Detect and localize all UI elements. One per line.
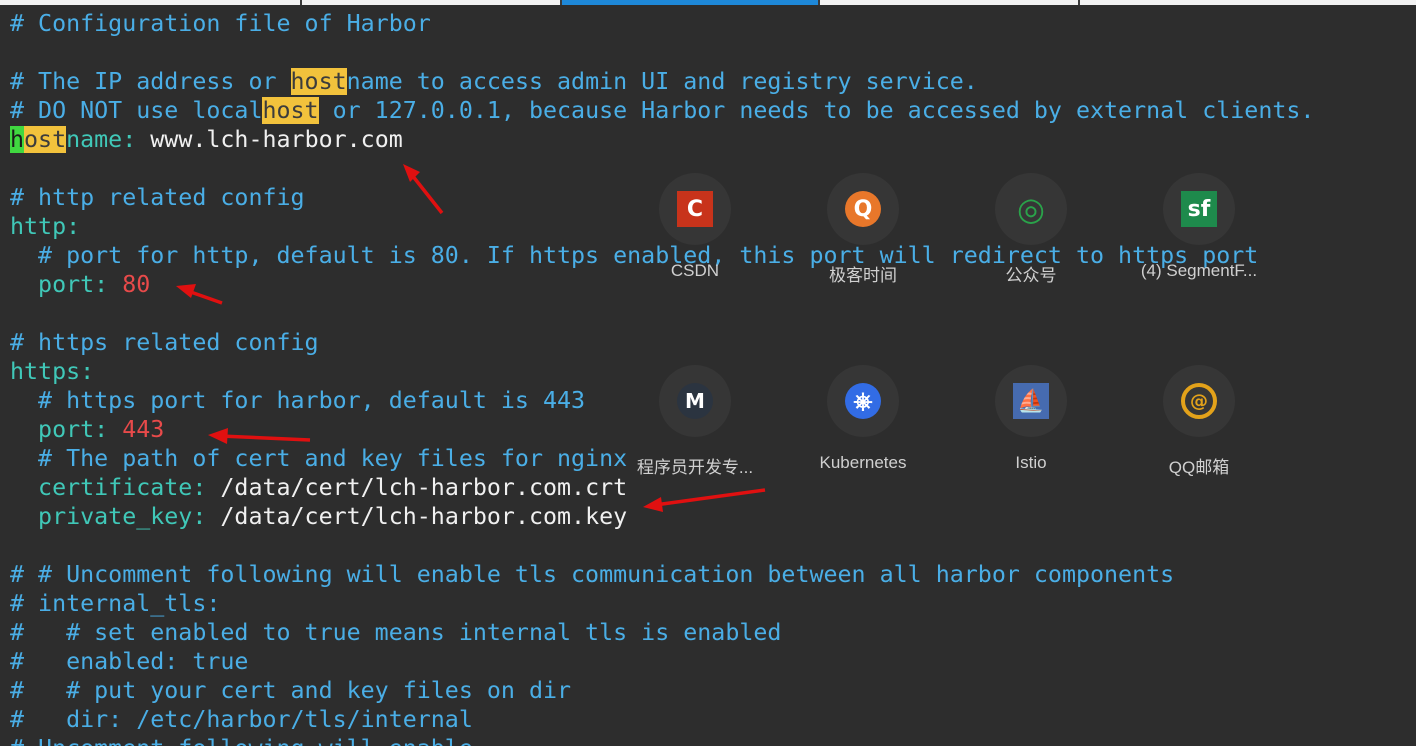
- geektime-icon: Q: [845, 191, 881, 227]
- shortcut-tile-kubernetes[interactable]: ⎈ Kubernetes: [783, 365, 943, 473]
- code-token: port: [10, 416, 95, 443]
- new-tab-shortcuts-overlay: C CSDN Q 极客时间 ◎ 公众号 sf (4) SegmentF... M…: [610, 165, 1290, 515]
- code-token: host: [290, 68, 347, 95]
- shortcut-circle: ⎈: [827, 365, 899, 437]
- code-line: # https port for harbor, default is 443: [10, 386, 585, 415]
- code-line: # https related config: [10, 328, 319, 357]
- code-token: http: [10, 213, 67, 240]
- shortcut-label: (4) SegmentF...: [1140, 261, 1258, 280]
- qqmail-icon: @: [1181, 383, 1217, 419]
- code-line: # DO NOT use localhost or 127.0.0.1, bec…: [10, 96, 1314, 125]
- code-token: # http related config: [10, 184, 305, 211]
- shortcut-circle: ⛵: [995, 365, 1067, 437]
- code-token: # The IP address or: [10, 68, 291, 95]
- code-token: or 127.0.0.1, because Harbor needs to be…: [318, 97, 1315, 124]
- code-token: # internal_tls:: [10, 590, 221, 617]
- shortcut-label: 极客时间: [829, 266, 897, 285]
- code-token: # enabled: true: [10, 648, 249, 675]
- code-line: hostname: www.lch-harbor.com: [10, 125, 403, 154]
- kubernetes-icon: ⎈: [845, 383, 881, 419]
- code-token: /data/cert/lch-harbor.com.key: [220, 503, 628, 530]
- shortcut-tile-wechat-mp[interactable]: ◎ 公众号: [951, 173, 1111, 286]
- code-token: :: [192, 503, 221, 530]
- shortcut-label: QQ邮箱: [1168, 458, 1230, 477]
- code-token: private_key: [10, 503, 193, 530]
- shortcut-label: Istio: [1015, 453, 1047, 472]
- code-token: h: [10, 126, 25, 153]
- code-token: 443: [122, 416, 165, 443]
- m-icon: M: [677, 383, 713, 419]
- shortcut-label: 公众号: [1005, 266, 1057, 285]
- shortcut-circle: Q: [827, 173, 899, 245]
- code-token: :: [192, 474, 221, 501]
- code-token: # # set enabled to true means internal t…: [10, 619, 782, 646]
- shortcut-tile-qqmail[interactable]: @ QQ邮箱: [1119, 365, 1279, 478]
- shortcut-tile-geektime[interactable]: Q 极客时间: [783, 173, 943, 286]
- code-token: name to access admin UI and registry ser…: [346, 68, 978, 95]
- code-line: http:: [10, 212, 80, 241]
- code-token: # Uncomment following will enable...: [10, 735, 515, 746]
- code-line: port: 80: [10, 270, 150, 299]
- code-line: port: 443: [10, 415, 164, 444]
- code-token: https: [10, 358, 81, 385]
- code-token: # https related config: [10, 329, 319, 356]
- shortcut-circle: C: [659, 173, 731, 245]
- shortcut-label: Kubernetes: [819, 453, 907, 472]
- code-token: port: [10, 271, 95, 298]
- code-token: :: [94, 271, 123, 298]
- code-token: # # Uncomment following will enable tls …: [10, 561, 1175, 588]
- code-line: # dir: /etc/harbor/tls/internal: [10, 705, 473, 734]
- code-token: # Configuration file of Harbor: [10, 10, 431, 37]
- code-line: private_key: /data/cert/lch-harbor.com.k…: [10, 502, 627, 531]
- istio-icon: ⛵: [1013, 383, 1049, 419]
- code-token: certificate: [10, 474, 193, 501]
- code-token: # dir: /etc/harbor/tls/internal: [10, 706, 473, 733]
- shortcut-label: CSDN: [670, 261, 720, 280]
- code-token: # https port for harbor, default is 443: [10, 387, 586, 414]
- segmentfault-icon: sf: [1181, 191, 1217, 227]
- shortcut-circle: sf: [1163, 173, 1235, 245]
- code-line: # # put your cert and key files on dir: [10, 676, 571, 705]
- shortcut-label: 程序员开发专...: [636, 458, 754, 477]
- shortcut-tile-segmentfault[interactable]: sf (4) SegmentF...: [1119, 173, 1279, 281]
- code-token: name: [66, 126, 123, 153]
- shortcut-tile-istio[interactable]: ⛵ Istio: [951, 365, 1111, 473]
- code-token: host: [262, 97, 319, 124]
- code-line: # enabled: true: [10, 647, 248, 676]
- code-line: # http related config: [10, 183, 305, 212]
- shortcut-circle: @: [1163, 365, 1235, 437]
- code-line: # The IP address or hostname to access a…: [10, 67, 978, 96]
- code-line: https:: [10, 357, 94, 386]
- code-line: # internal_tls:: [10, 589, 220, 618]
- code-line: # # Uncomment following will enable tls …: [10, 560, 1174, 589]
- code-line: # The path of cert and key files for ngi…: [10, 444, 627, 473]
- code-token: 80: [122, 271, 151, 298]
- code-line: # # set enabled to true means internal t…: [10, 618, 781, 647]
- shortcut-circle: M: [659, 365, 731, 437]
- code-token: /data/cert/lch-harbor.com.crt: [220, 474, 628, 501]
- code-token: # The path of cert and key files for ngi…: [10, 445, 628, 472]
- code-token: www.lch-harbor.com: [150, 126, 403, 153]
- csdn-icon: C: [677, 191, 713, 227]
- code-token: :: [94, 416, 123, 443]
- code-token: :: [80, 358, 95, 385]
- code-token: :: [66, 213, 81, 240]
- code-line: # Uncomment following will enable...: [10, 734, 515, 746]
- code-line: # Configuration file of Harbor: [10, 9, 431, 38]
- wechat-mp-icon: ◎: [1017, 190, 1045, 228]
- shortcut-circle: ◎: [995, 173, 1067, 245]
- code-line: certificate: /data/cert/lch-harbor.com.c…: [10, 473, 627, 502]
- code-token: # DO NOT use local: [10, 97, 263, 124]
- shortcut-tile-m[interactable]: M 程序员开发专...: [615, 365, 775, 478]
- shortcut-tile-csdn[interactable]: C CSDN: [615, 173, 775, 281]
- code-token: :: [122, 126, 151, 153]
- code-token: # # put your cert and key files on dir: [10, 677, 572, 704]
- code-token: ost: [24, 126, 67, 153]
